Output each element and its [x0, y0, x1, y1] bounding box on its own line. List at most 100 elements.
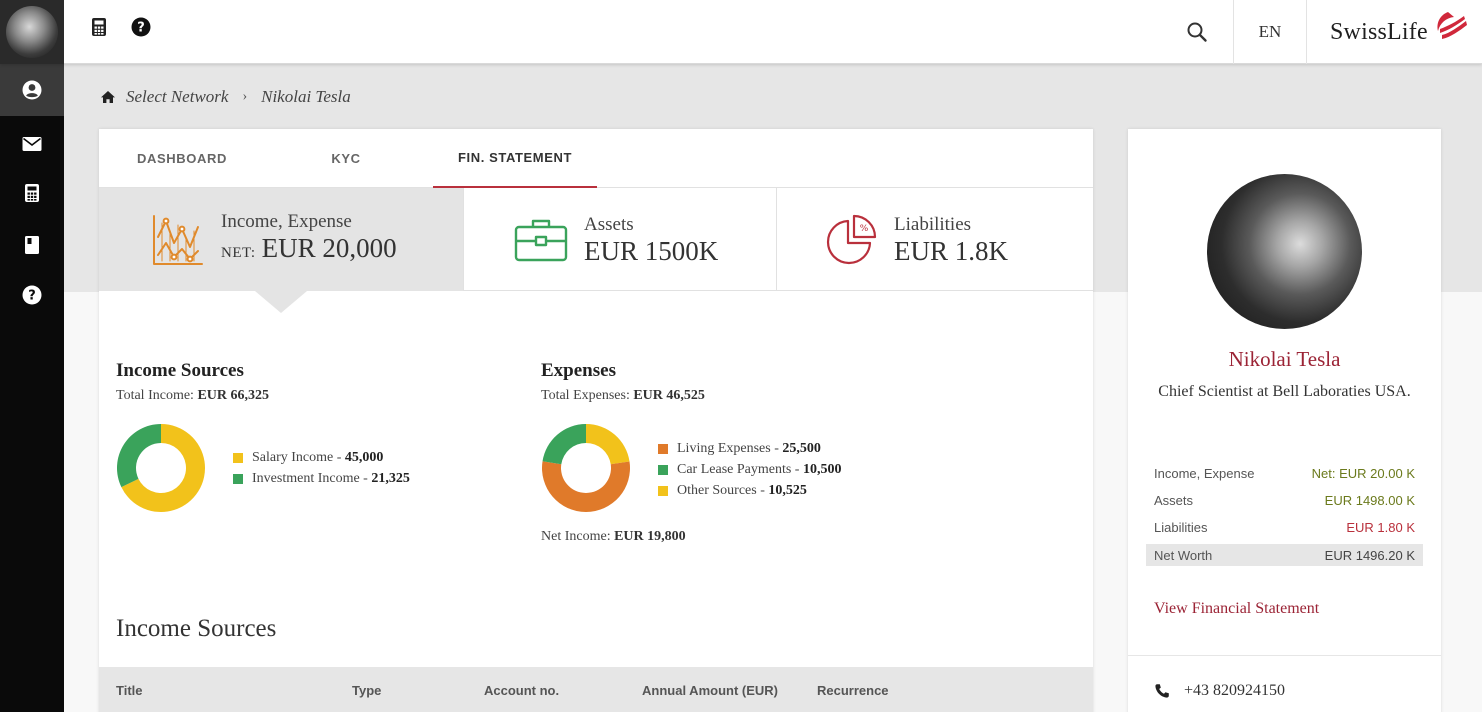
- total-expenses: Total Expenses: EUR 46,525: [541, 388, 705, 404]
- calculator-icon: [25, 184, 39, 202]
- total-income-value: EUR 66,325: [197, 388, 269, 403]
- stat-value: EUR 1.80 K: [1346, 519, 1415, 535]
- legend-label: Car Lease Payments -: [677, 461, 800, 477]
- language-selector[interactable]: EN: [1234, 0, 1307, 64]
- expenses-title: Expenses: [541, 360, 616, 381]
- client-profile-card: Nikolai Tesla Chief Scientist at Bell La…: [1128, 129, 1441, 712]
- expenses-legend: Living Expenses - 25,500 Car Lease Payme…: [658, 438, 841, 501]
- stat-label: Income, Expense: [1154, 465, 1255, 481]
- nav-book[interactable]: [0, 219, 64, 271]
- profile-name: Nikolai Tesla: [1228, 347, 1341, 371]
- legend-value: 25,500: [782, 440, 821, 456]
- table-header-row: Title Type Account no. Annual Amount (EU…: [99, 667, 1093, 712]
- total-income: Total Income: EUR 66,325: [116, 388, 269, 404]
- phone-contact[interactable]: +43 820924150: [1154, 682, 1285, 700]
- legend-swatch: [233, 473, 243, 484]
- nav-help[interactable]: ?: [0, 269, 64, 321]
- stat-liabilities: Liabilities EUR 1.80 K: [1146, 516, 1423, 538]
- breadcrumb-select-network[interactable]: Select Network: [126, 87, 228, 107]
- legend-label: Investment Income -: [252, 470, 368, 486]
- stat-label: Liabilities: [1154, 519, 1208, 535]
- avatar-photo: [6, 6, 58, 58]
- legend-car-lease: Car Lease Payments - 10,500: [658, 459, 841, 480]
- legend-swatch: [233, 452, 243, 463]
- stat-income-expense: Income, Expense Net: EUR 20.00 K: [1146, 462, 1423, 484]
- legend-salary-income: Salary Income - 45,000: [233, 447, 410, 468]
- net-income: Net Income: EUR 19,800: [541, 529, 686, 545]
- svg-text:%: %: [860, 224, 869, 234]
- summary-liabilities-label: Liabilities: [894, 213, 972, 235]
- profile-role: Chief Scientist at Bell Laboraties USA.: [1158, 383, 1411, 400]
- expenses-donut-chart: [542, 424, 630, 512]
- stat-value: Net: EUR 20.00 K: [1311, 465, 1415, 481]
- tab-fin-statement[interactable]: FIN. STATEMENT: [433, 129, 597, 188]
- language-label: EN: [1258, 22, 1282, 41]
- legend-swatch: [658, 485, 668, 496]
- donut-slice-2: [542, 424, 586, 465]
- book-icon: [25, 236, 39, 254]
- legend-swatch: [658, 443, 668, 454]
- stat-value: EUR 1498.00 K: [1324, 492, 1415, 508]
- top-bar: ? EN SwissLife: [0, 0, 1482, 64]
- tab-dashboard[interactable]: DASHBOARD: [99, 129, 265, 188]
- summary-liabilities[interactable]: % Liabilities EUR 1.8K: [777, 188, 1093, 291]
- pie-chart-icon: %: [826, 214, 877, 264]
- total-income-label: Total Income:: [116, 388, 194, 403]
- left-nav-rail: ?: [0, 64, 64, 712]
- column-annual-amount[interactable]: Annual Amount (EUR): [642, 667, 778, 712]
- net-income-label: Net Income:: [541, 529, 611, 544]
- column-account-no[interactable]: Account no.: [484, 667, 559, 712]
- view-financial-statement-link[interactable]: View Financial Statement: [1154, 600, 1319, 618]
- svg-text:?: ?: [137, 21, 145, 36]
- search-icon: [1187, 22, 1207, 42]
- phone-number: +43 820924150: [1184, 682, 1286, 699]
- donut-slice-1: [542, 461, 630, 512]
- user-circle-icon: [22, 80, 42, 100]
- legend-value: 21,325: [371, 470, 410, 486]
- income-sources-table-heading: Income Sources: [116, 615, 277, 642]
- summary-assets[interactable]: Assets EUR 1500K: [464, 188, 776, 291]
- brand-logo[interactable]: SwissLife: [1308, 0, 1482, 64]
- income-legend: Salary Income - 45,000 Investment Income…: [233, 447, 410, 489]
- legend-label: Salary Income -: [252, 449, 342, 465]
- nav-calculator[interactable]: [0, 167, 64, 219]
- legend-other-sources: Other Sources - 10,525: [658, 480, 841, 501]
- stat-value: EUR 1496.20 K: [1324, 547, 1415, 563]
- stat-net-worth: Net Worth EUR 1496.20 K: [1146, 544, 1423, 566]
- stat-assets: Assets EUR 1498.00 K: [1146, 489, 1423, 511]
- breadcrumb: Select Network › Nikolai Tesla: [100, 86, 351, 108]
- income-donut-chart: [117, 424, 205, 512]
- column-recurrence[interactable]: Recurrence: [817, 667, 889, 712]
- home-icon[interactable]: [100, 90, 116, 104]
- summary-strip: Income, Expense NET: EUR 20,000 Assets EU…: [99, 188, 1093, 291]
- summary-income-expense[interactable]: Income, Expense NET: EUR 20,000: [99, 188, 463, 291]
- stat-label: Net Worth: [1154, 547, 1213, 563]
- phone-icon: [1155, 684, 1169, 698]
- income-sources-title: Income Sources: [116, 360, 244, 381]
- user-avatar[interactable]: [0, 0, 64, 64]
- stat-label: Assets: [1154, 492, 1194, 508]
- summary-assets-value: EUR 1500K: [584, 235, 719, 266]
- svg-text:?: ?: [28, 289, 36, 304]
- nav-messages[interactable]: [0, 118, 64, 170]
- logo-mark-icon: [1437, 12, 1467, 39]
- legend-swatch: [658, 464, 668, 475]
- tab-kyc[interactable]: KYC: [265, 129, 427, 188]
- column-type[interactable]: Type: [352, 667, 381, 712]
- search-button[interactable]: [1160, 0, 1234, 64]
- breadcrumb-current: Nikolai Tesla: [261, 87, 351, 106]
- legend-label: Living Expenses -: [677, 440, 779, 456]
- mail-icon: [22, 137, 42, 151]
- divider: [1128, 655, 1441, 656]
- help-icon[interactable]: ?: [130, 16, 152, 38]
- column-title[interactable]: Title: [116, 667, 143, 712]
- calculator-icon[interactable]: [88, 16, 110, 38]
- total-expenses-label: Total Expenses:: [541, 388, 630, 403]
- total-expenses-value: EUR 46,525: [633, 388, 705, 403]
- legend-value: 10,500: [802, 461, 842, 477]
- nav-profile[interactable]: [0, 64, 64, 116]
- summary-income-label: Income, Expense: [221, 211, 352, 232]
- chevron-right-icon: ›: [242, 89, 248, 104]
- legend-investment-income: Investment Income - 21,325: [233, 468, 410, 489]
- legend-value: 10,525: [768, 482, 807, 498]
